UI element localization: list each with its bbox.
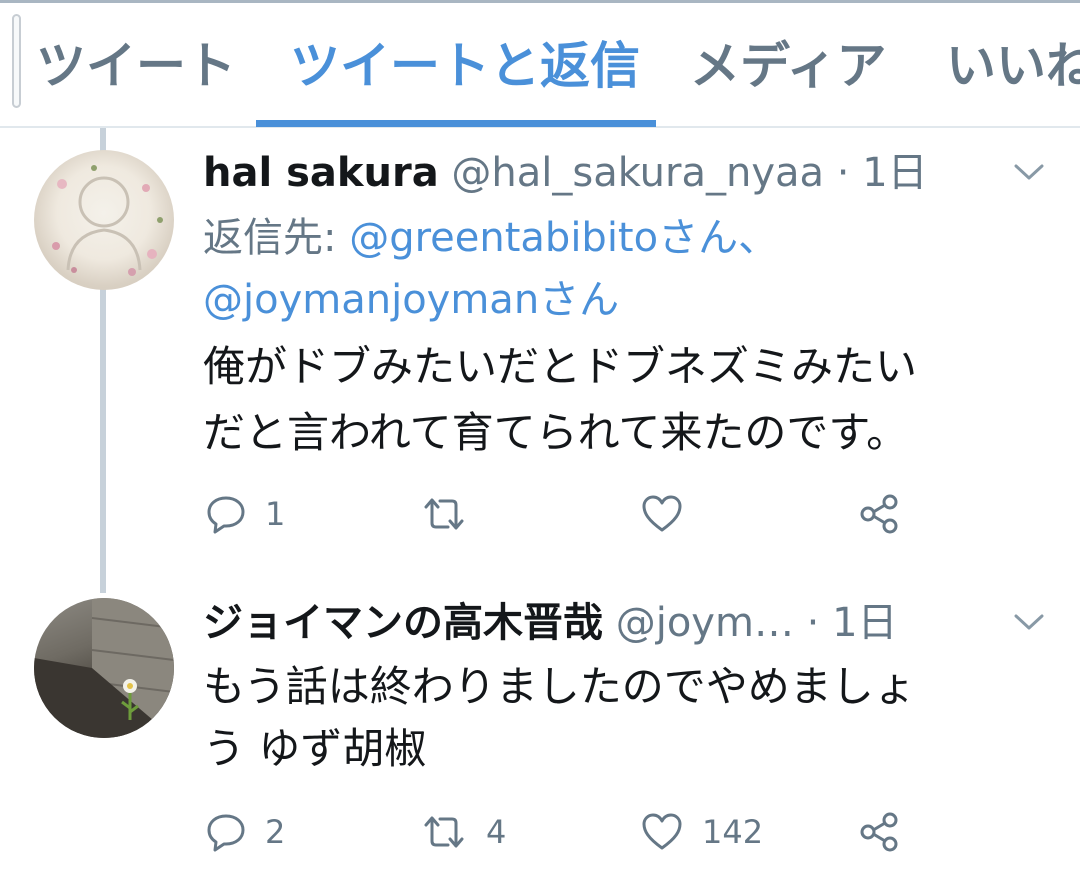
tweet-text-line: う ゆず胡椒	[203, 724, 427, 773]
heart-icon	[642, 495, 682, 532]
reply-to-line: 返信先: @greentabibitoさん、	[203, 208, 778, 268]
separator: ·	[806, 600, 820, 646]
share-icon	[860, 812, 898, 852]
user-handle[interactable]: @joym…	[616, 600, 794, 646]
like-count: 142	[702, 813, 764, 851]
tab-tweets[interactable]: ツイート	[36, 36, 236, 96]
reply-button[interactable]: 2	[205, 808, 285, 856]
timestamp[interactable]: 1日	[862, 150, 927, 196]
retweet-count: 4	[486, 813, 507, 851]
heart-icon	[642, 813, 682, 850]
mention-link[interactable]: @joymanjoymanさん	[203, 277, 619, 323]
tab-media[interactable]: メディア	[690, 36, 887, 96]
display-name[interactable]: hal sakura	[203, 150, 439, 196]
like-button[interactable]	[640, 490, 702, 538]
tweet-header: ジョイマンの高木晋哉 @joym… · 1日	[203, 598, 898, 648]
reply-icon	[207, 814, 245, 852]
avatar-image	[34, 598, 174, 738]
reply-count: 2	[265, 813, 286, 851]
timestamp[interactable]: 1日	[832, 600, 897, 646]
separator: ·	[836, 150, 850, 196]
retweet-icon	[424, 816, 464, 848]
scroll-indicator[interactable]	[12, 14, 21, 108]
tweet-header: hal sakura @hal_sakura_nyaa · 1日	[203, 148, 928, 198]
retweet-button[interactable]: 4	[420, 808, 506, 856]
tab-tweets-and-replies[interactable]: ツイートと返信	[290, 36, 640, 96]
share-icon	[860, 494, 898, 534]
reply-to-label: 返信先:	[203, 215, 337, 261]
retweet-button[interactable]	[420, 490, 486, 538]
tweet-text-line: 俺がドブみたいだとドブネズミみたい	[203, 342, 918, 391]
reply-icon	[207, 496, 245, 534]
reply-to-line-2: @joymanjoymanさん	[203, 270, 619, 330]
tab-likes[interactable]: いいね	[946, 36, 1080, 96]
tweet-text-line: もう話は終わりましたのでやめましょ	[203, 662, 916, 711]
tweet-timeline: ツイート ツイートと返信 メディア いいね hal sakura @hal_sa…	[0, 0, 1080, 882]
reply-count: 1	[265, 495, 286, 533]
tweet-text-line: だと言われて育てられて来たのです。	[203, 408, 909, 457]
avatar-image	[52, 165, 163, 276]
avatar[interactable]	[34, 150, 174, 290]
user-handle[interactable]: @hal_sakura_nyaa	[451, 150, 824, 196]
share-button[interactable]	[858, 490, 902, 538]
retweet-icon	[424, 498, 464, 530]
reply-button[interactable]: 1	[205, 490, 285, 538]
chevron-down-icon[interactable]	[1012, 160, 1046, 184]
avatar[interactable]	[34, 598, 174, 738]
mention-link[interactable]: @greentabibitoさん、	[349, 215, 778, 261]
share-button[interactable]	[858, 808, 902, 856]
profile-tabs: ツイート ツイートと返信 メディア いいね	[0, 0, 1080, 128]
like-button[interactable]: 142	[640, 808, 763, 856]
display-name[interactable]: ジョイマンの高木晋哉	[203, 600, 603, 646]
active-tab-indicator	[256, 120, 656, 127]
chevron-down-icon[interactable]	[1012, 610, 1046, 634]
